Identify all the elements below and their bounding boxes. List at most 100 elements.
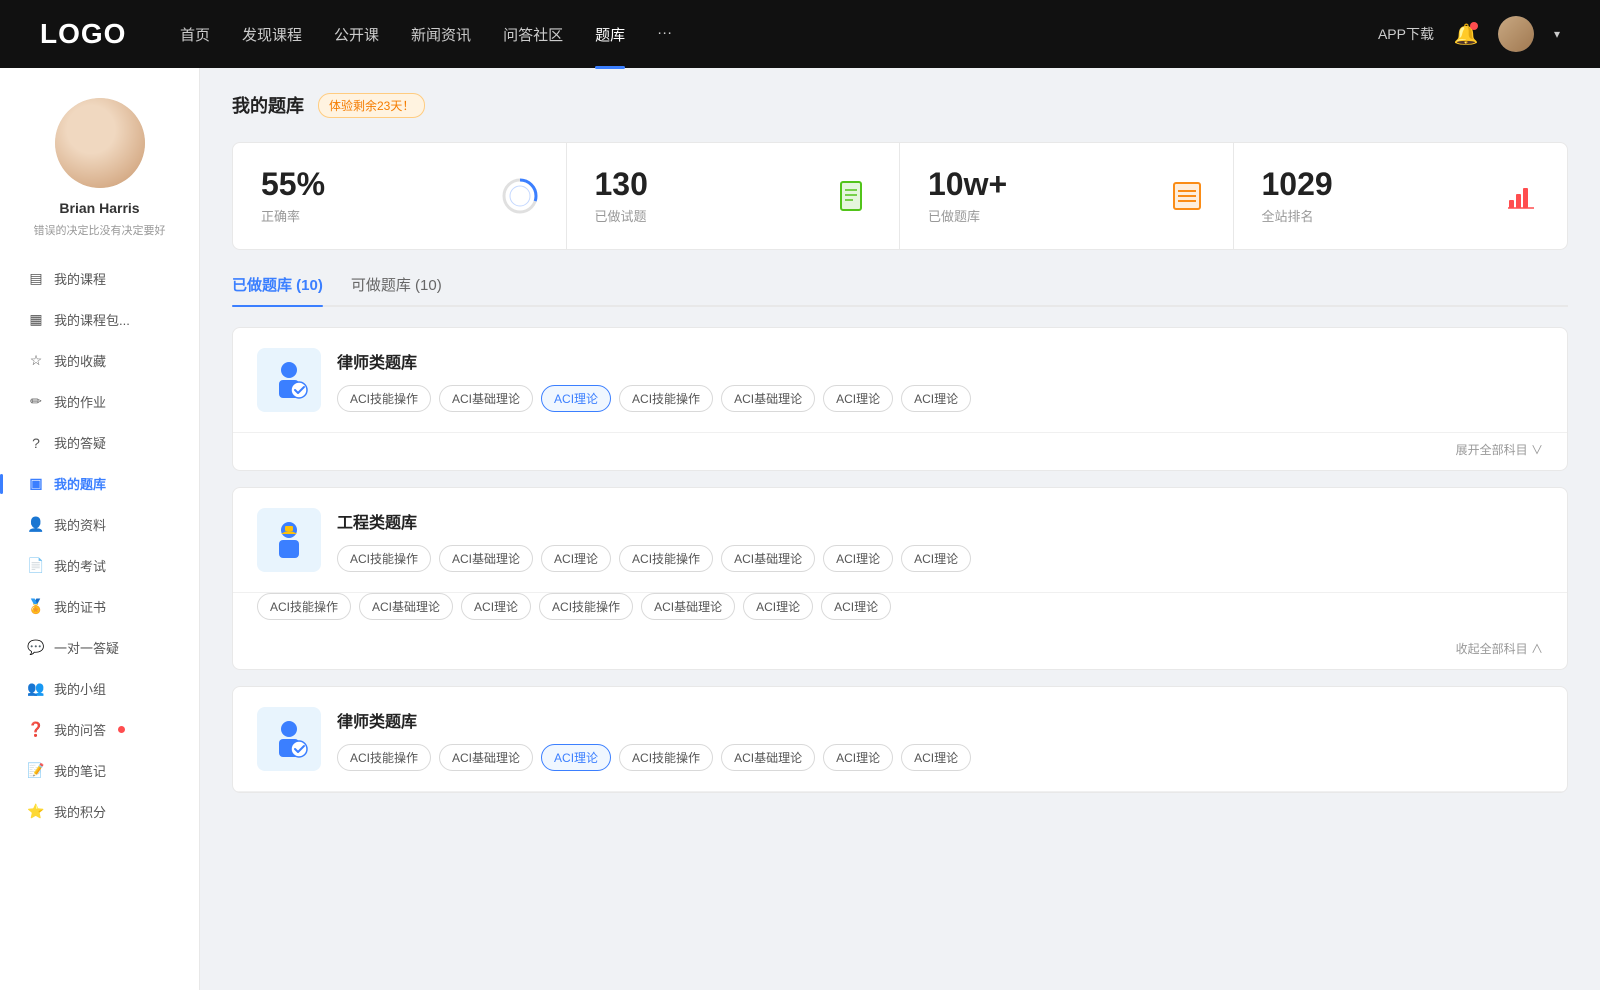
bank-tag-2[interactable]: ACI理论 xyxy=(541,744,611,771)
stat-card-2: 10w+ 已做题库 xyxy=(900,143,1234,249)
bank-tag-3[interactable]: ACI技能操作 xyxy=(619,545,713,572)
stat-icon-2 xyxy=(1169,178,1205,214)
banks-container: 律师类题库ACI技能操作ACI基础理论ACI理论ACI技能操作ACI基础理论AC… xyxy=(232,327,1568,793)
navbar-right: APP下载 🔔 ▾ xyxy=(1378,16,1560,52)
avatar-image xyxy=(1498,16,1534,52)
sidebar-item-label: 我的笔记 xyxy=(54,761,106,780)
sidebar-item-我的考试[interactable]: 📄我的考试 xyxy=(0,545,199,586)
sidebar-item-label: 我的作业 xyxy=(54,392,106,411)
sidebar-item-我的课程包...[interactable]: ▦我的课程包... xyxy=(0,299,199,340)
stat-card-3: 1029 全站排名 xyxy=(1234,143,1568,249)
tabs-row: 已做题库 (10) 可做题库 (10) xyxy=(232,274,1568,307)
stat-label: 全站排名 xyxy=(1262,206,1488,225)
stat-card-0: 55% 正确率 xyxy=(233,143,567,249)
sidebar-item-我的作业[interactable]: ✏ 我的作业 xyxy=(0,381,199,422)
bank-tag-3[interactable]: ACI技能操作 xyxy=(619,744,713,771)
stat-text: 10w+ 已做题库 xyxy=(928,167,1153,225)
bank-tag-r2-6[interactable]: ACI理论 xyxy=(821,593,891,620)
sidebar-avatar xyxy=(55,98,145,188)
notification-bell[interactable]: 🔔 xyxy=(1454,22,1478,46)
tab-0[interactable]: 已做题库 (10) xyxy=(232,274,323,305)
app-download-button[interactable]: APP下载 xyxy=(1378,24,1434,44)
bank-tag-1[interactable]: ACI基础理论 xyxy=(439,545,533,572)
sidebar-item-一对一答疑[interactable]: 💬一对一答疑 xyxy=(0,627,199,668)
bank-tag-2[interactable]: ACI理论 xyxy=(541,385,611,412)
stat-text: 130 已做试题 xyxy=(595,167,820,225)
sidebar-item-label: 我的课程包... xyxy=(54,310,130,329)
sidebar-item-我的问答[interactable]: ❓我的问答 xyxy=(0,709,199,750)
trial-badge: 体验剩余23天！ xyxy=(318,93,425,118)
stat-label: 正确率 xyxy=(261,206,486,225)
bank-tag-0[interactable]: ACI技能操作 xyxy=(337,545,431,572)
sidebar-item-我的资料[interactable]: 👤我的资料 xyxy=(0,504,199,545)
bank-tag-0[interactable]: ACI技能操作 xyxy=(337,744,431,771)
sidebar-item-label: 我的答疑 xyxy=(54,433,106,452)
bank-tag-r2-3[interactable]: ACI技能操作 xyxy=(539,593,633,620)
notification-dot xyxy=(118,726,125,733)
page-title: 我的题库 xyxy=(232,92,304,118)
nav-link-新闻资讯[interactable]: 新闻资讯 xyxy=(411,24,471,45)
nav-link-···[interactable]: ··· xyxy=(657,24,672,45)
sidebar-icon-edit: ✏ xyxy=(28,394,44,410)
sidebar-username: Brian Harris xyxy=(59,200,139,216)
sidebar-item-我的题库[interactable]: ▣我的题库 xyxy=(0,463,199,504)
stat-value: 130 xyxy=(595,167,820,202)
bank-tag-6[interactable]: ACI理论 xyxy=(901,744,971,771)
bank-header-2: 律师类题库ACI技能操作ACI基础理论ACI理论ACI技能操作ACI基础理论AC… xyxy=(233,687,1567,792)
bank-tag-2[interactable]: ACI理论 xyxy=(541,545,611,572)
bank-section-1: 工程类题库ACI技能操作ACI基础理论ACI理论ACI技能操作ACI基础理论AC… xyxy=(232,487,1568,670)
bank-tag-4[interactable]: ACI基础理论 xyxy=(721,545,815,572)
bank-tag-r2-0[interactable]: ACI技能操作 xyxy=(257,593,351,620)
bank-section-2: 律师类题库ACI技能操作ACI基础理论ACI理论ACI技能操作ACI基础理论AC… xyxy=(232,686,1568,793)
bank-tag-r2-4[interactable]: ACI基础理论 xyxy=(641,593,735,620)
bank-tag-r2-1[interactable]: ACI基础理论 xyxy=(359,593,453,620)
sidebar-item-label: 我的小组 xyxy=(54,679,106,698)
nav-link-首页[interactable]: 首页 xyxy=(180,24,210,45)
bank-tag-0[interactable]: ACI技能操作 xyxy=(337,385,431,412)
sidebar-item-我的小组[interactable]: 👥我的小组 xyxy=(0,668,199,709)
sidebar-item-我的积分[interactable]: ⭐ 我的积分 xyxy=(0,791,199,832)
sidebar: Brian Harris 错误的决定比没有决定要好 ▤我的课程▦我的课程包...… xyxy=(0,68,200,990)
bank-footer: 收起全部科目 ∧ xyxy=(233,632,1567,669)
sidebar-icon-question: ? xyxy=(28,435,44,451)
expand-button-0[interactable]: 展开全部科目 ∨ xyxy=(1456,441,1543,458)
notification-dot xyxy=(1470,22,1478,30)
nav-link-题库[interactable]: 题库 xyxy=(595,24,625,45)
tab-1[interactable]: 可做题库 (10) xyxy=(351,274,442,305)
bank-tag-6[interactable]: ACI理论 xyxy=(901,385,971,412)
chevron-down-icon[interactable]: ▾ xyxy=(1554,27,1560,41)
bank-tags-row1: ACI技能操作 ACI基础理论 ACI理论 ACI技能操作 ACI基础理论 ACI理论 AC… xyxy=(337,385,1543,412)
main-layout: Brian Harris 错误的决定比没有决定要好 ▤我的课程▦我的课程包...… xyxy=(0,68,1600,990)
bank-tag-1[interactable]: ACI基础理论 xyxy=(439,744,533,771)
bank-tag-r2-5[interactable]: ACI理论 xyxy=(743,593,813,620)
sidebar-icon-file: 📄 xyxy=(28,558,44,574)
stat-label: 已做题库 xyxy=(928,206,1153,225)
bank-tag-5[interactable]: ACI理论 xyxy=(823,385,893,412)
avatar[interactable] xyxy=(1498,16,1534,52)
sidebar-item-我的收藏[interactable]: ☆我的收藏 xyxy=(0,340,199,381)
bank-tag-1[interactable]: ACI基础理论 xyxy=(439,385,533,412)
bank-tag-r2-2[interactable]: ACI理论 xyxy=(461,593,531,620)
sidebar-item-我的答疑[interactable]: ? 我的答疑 xyxy=(0,422,199,463)
bank-tag-3[interactable]: ACI技能操作 xyxy=(619,385,713,412)
sidebar-item-label: 我的积分 xyxy=(54,802,106,821)
sidebar-menu: ▤我的课程▦我的课程包...☆我的收藏✏我的作业?我的答疑▣我的题库👤我的资料📄… xyxy=(0,258,199,832)
sidebar-item-我的课程[interactable]: ▤我的课程 xyxy=(0,258,199,299)
bank-tag-4[interactable]: ACI基础理论 xyxy=(721,385,815,412)
nav-link-发现课程[interactable]: 发现课程 xyxy=(242,24,302,45)
sidebar-icon-score: ⭐ xyxy=(28,804,44,820)
nav-link-问答社区[interactable]: 问答社区 xyxy=(503,24,563,45)
stat-icon-0 xyxy=(502,178,538,214)
bank-tag-5[interactable]: ACI理论 xyxy=(823,744,893,771)
sidebar-item-我的证书[interactable]: 🏅我的证书 xyxy=(0,586,199,627)
stat-icon-3 xyxy=(1503,178,1539,214)
sidebar-icon-note: 📝 xyxy=(28,763,44,779)
stat-value: 55% xyxy=(261,167,486,202)
expand-button-1[interactable]: 收起全部科目 ∧ xyxy=(1456,640,1543,657)
bank-tag-4[interactable]: ACI基础理论 xyxy=(721,744,815,771)
bank-tag-5[interactable]: ACI理论 xyxy=(823,545,893,572)
stat-text: 55% 正确率 xyxy=(261,167,486,225)
bank-tag-6[interactable]: ACI理论 xyxy=(901,545,971,572)
sidebar-item-我的笔记[interactable]: 📝 我的笔记 xyxy=(0,750,199,791)
nav-link-公开课[interactable]: 公开课 xyxy=(334,24,379,45)
